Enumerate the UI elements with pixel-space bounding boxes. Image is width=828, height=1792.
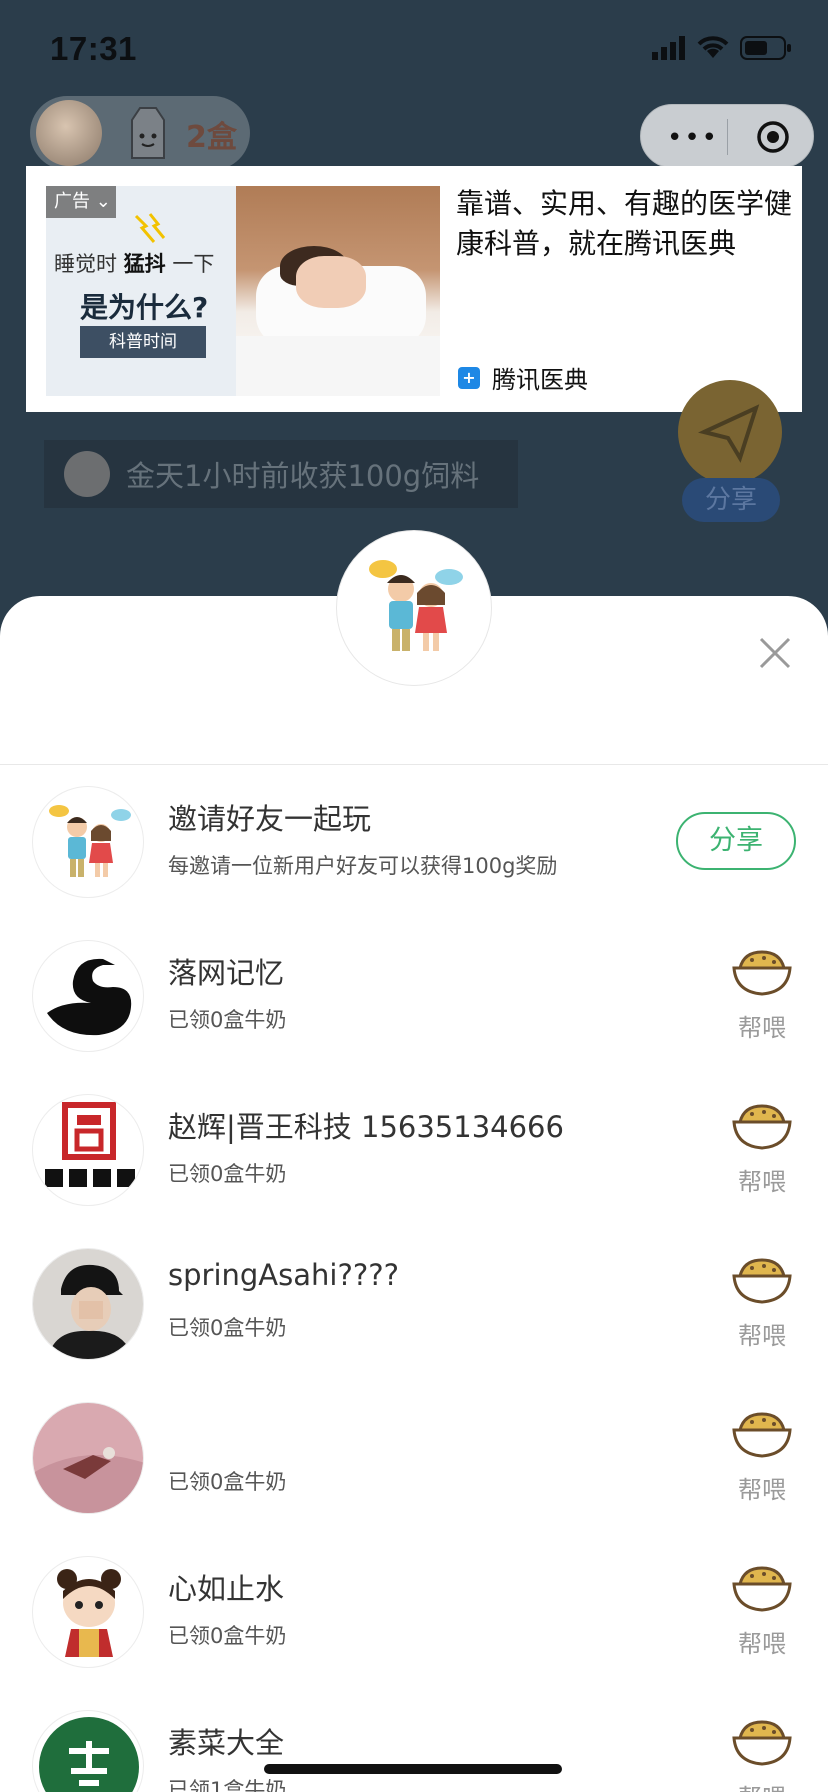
two-friends-icon: [369, 560, 463, 651]
status-bar: 17:31: [0, 0, 828, 100]
friend-status: 已领0盒牛奶: [168, 1316, 287, 1340]
friend-name: springAsahi????: [168, 1258, 400, 1292]
status-time: 17:31: [50, 30, 137, 67]
invite-avatar: [32, 786, 144, 898]
lightning-icon: [134, 213, 166, 243]
friend-row: springAsahi???? 已领0盒牛奶 帮喂: [0, 1248, 828, 1402]
home-indicator[interactable]: [264, 1764, 562, 1774]
friend-row: 已领0盒牛奶 帮喂: [0, 1402, 828, 1556]
friend-avatar: [32, 1710, 144, 1792]
friend-avatar: [32, 1556, 144, 1668]
ticker-avatar: [64, 451, 110, 497]
help-feed-button[interactable]: 帮喂: [728, 948, 796, 1043]
ad-image-sleeping-woman: [236, 186, 440, 396]
tencent-medical-logo-icon: +: [458, 366, 480, 389]
cartoon-girl-icon: [57, 1569, 121, 1657]
swan-logo-icon: [47, 958, 132, 1036]
capsule-divider: [727, 119, 728, 155]
food-bowl-icon: [732, 1104, 792, 1150]
friend-avatar: [32, 1248, 144, 1360]
friend-name: 落网记忆: [168, 956, 285, 990]
help-feed-button[interactable]: 帮喂: [728, 1102, 796, 1197]
food-bowl-icon: [732, 1412, 792, 1458]
help-feed-button[interactable]: 帮喂: [728, 1718, 796, 1792]
friend-status: 已领0盒牛奶: [168, 1162, 287, 1186]
friend-row: 赵辉|晋王科技 15635134666 已领0盒牛奶 帮喂: [0, 1094, 828, 1248]
battery-icon: [740, 36, 791, 60]
two-friends-icon: [49, 805, 131, 877]
help-feed-button[interactable]: 帮喂: [728, 1256, 796, 1351]
invite-row: 邀请好友一起玩 每邀请一位新用户好友可以获得100g奖励 分享: [0, 786, 828, 940]
miniprogram-capsule: •••: [640, 104, 814, 168]
paper-plane-icon: [698, 404, 760, 463]
box-count: 2盒: [186, 120, 237, 155]
friend-avatar: [32, 1094, 144, 1206]
invite-title: 邀请好友一起玩: [168, 802, 372, 836]
sheet-divider: [0, 764, 828, 765]
friend-status: 已领0盒牛奶: [168, 1470, 287, 1494]
ad-image-line2: 是为什么?: [80, 291, 209, 324]
friend-status: 已领0盒牛奶: [168, 1008, 287, 1032]
invite-sheet: 邀请好友一起玩 每邀请一位新用户好友可以获得100g奖励 分享 落网记忆 已领0…: [0, 530, 828, 1792]
share-fab[interactable]: [678, 380, 782, 484]
friends-hero-illustration: [336, 530, 492, 686]
pink-photo-icon: [33, 1403, 143, 1513]
ad-image: 睡觉时 猛抖 一下 是为什么? 科普时间 广告 ⌄: [46, 186, 440, 396]
invite-share-button[interactable]: 分享: [676, 812, 796, 870]
friend-avatar: [32, 1402, 144, 1514]
food-bowl-icon: [732, 1258, 792, 1304]
jinwang-logo-icon: [45, 1102, 135, 1187]
ad-headline: 靠谱、实用、有趣的医学健康科普，就在腾讯医典: [456, 187, 793, 260]
cellular-signal-icon: [652, 36, 685, 60]
green-su-logo-icon: [39, 1717, 139, 1792]
ticker-text: 金天1小时前收获100g饲料: [126, 459, 480, 493]
wifi-icon: [697, 36, 729, 58]
friend-row: 心如止水 已领0盒牛奶 帮喂: [0, 1556, 828, 1710]
close-miniprogram-icon[interactable]: [755, 119, 791, 155]
help-feed-button[interactable]: 帮喂: [728, 1410, 796, 1505]
ad-tag[interactable]: 广告 ⌄: [46, 186, 116, 218]
ad-card[interactable]: 睡觉时 猛抖 一下 是为什么? 科普时间 广告 ⌄ 靠谱、实用、有趣的医学健康科…: [26, 166, 802, 412]
friend-row: 素菜大全 已领1盒牛奶 帮喂: [0, 1710, 828, 1792]
help-feed-label: 帮喂: [738, 1168, 786, 1196]
user-avatar: [36, 100, 102, 166]
help-feed-label: 帮喂: [738, 1476, 786, 1504]
help-feed-label: 帮喂: [728, 1778, 796, 1792]
help-feed-label: 帮喂: [738, 1322, 786, 1350]
harvest-ticker: 金天1小时前收获100g饲料: [44, 440, 518, 508]
help-feed-button[interactable]: 帮喂: [728, 1564, 796, 1659]
more-menu-icon[interactable]: •••: [667, 123, 719, 153]
help-feed-label: 帮喂: [738, 1014, 786, 1042]
person-cap-icon: [33, 1249, 143, 1359]
close-icon[interactable]: [758, 636, 792, 670]
share-fab-label[interactable]: 分享: [682, 478, 780, 522]
ad-brand: + 腾讯医典: [458, 360, 588, 395]
food-bowl-icon: [732, 950, 792, 996]
friend-name: 素菜大全: [168, 1726, 285, 1760]
friend-name: 赵辉|晋王科技 15635134666: [168, 1110, 564, 1144]
milk-box-icon: [131, 107, 165, 159]
user-box-summary[interactable]: 2盒: [30, 96, 250, 170]
food-bowl-icon: [732, 1566, 792, 1612]
ad-brand-name: 腾讯医典: [492, 366, 588, 394]
help-feed-label: 帮喂: [738, 1630, 786, 1658]
ad-image-line1: 睡觉时 猛抖 一下: [54, 252, 215, 276]
friend-row: 落网记忆 已领0盒牛奶 帮喂: [0, 940, 828, 1094]
invite-desc: 每邀请一位新用户好友可以获得100g奖励: [168, 854, 558, 878]
food-bowl-icon: [732, 1720, 792, 1766]
ad-image-line3: 科普时间: [80, 326, 206, 358]
friend-status: 已领0盒牛奶: [168, 1624, 287, 1648]
friend-status: 已领1盒牛奶: [168, 1778, 287, 1792]
friend-avatar: [32, 940, 144, 1052]
friend-name: 心如止水: [168, 1572, 285, 1606]
